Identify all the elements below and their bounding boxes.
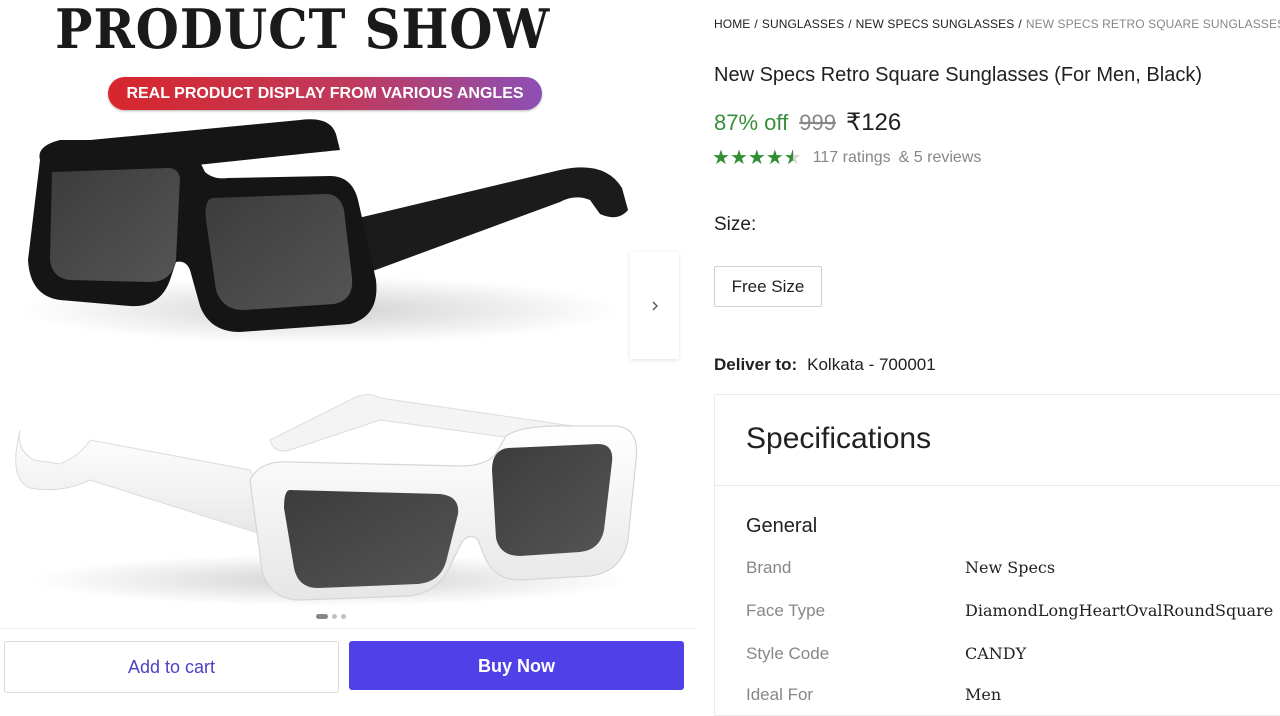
spec-key: Style Code: [746, 644, 830, 663]
product-image[interactable]: [0, 110, 640, 610]
black-sunglasses-image: [20, 119, 628, 344]
specifications-header: Specifications: [715, 395, 1280, 486]
spec-value: CANDY: [965, 644, 1027, 663]
next-image-button[interactable]: [630, 252, 679, 359]
specifications-section-general: General: [746, 515, 818, 537]
ratings-count[interactable]: 117 ratings: [813, 149, 891, 167]
star-rating: ★ ★ ★ ★ ★: [712, 148, 802, 168]
promo-banner: REAL PRODUCT DISPLAY FROM VARIOUS ANGLES: [108, 77, 542, 110]
breadcrumb-sunglasses[interactable]: SUNGLASSES: [762, 17, 844, 31]
breadcrumb-brand[interactable]: NEW SPECS SUNGLASSES: [856, 17, 1015, 31]
add-to-cart-button[interactable]: Add to cart: [4, 641, 339, 693]
breadcrumb-home[interactable]: HOME: [714, 17, 750, 31]
spec-key: Brand: [746, 558, 792, 577]
original-price: 999: [799, 110, 836, 135]
price-row: 87% off 999 ₹126: [714, 108, 901, 137]
promo-title: PRODUCT SHOW: [55, 0, 551, 61]
spec-value: DiamondLongHeartOvalRoundSquare: [965, 601, 1274, 620]
deliver-to-label: Deliver to:: [714, 355, 798, 374]
selling-price: ₹126: [845, 109, 902, 136]
specifications-title: Specifications: [746, 422, 932, 455]
carousel-dots: [316, 614, 346, 619]
reviews-count[interactable]: & 5 reviews: [899, 149, 982, 167]
star-icon: ★: [729, 147, 748, 169]
breadcrumb-current: NEW SPECS RETRO SQUARE SUNGLASSES: [1025, 17, 1280, 31]
rating-row: ★ ★ ★ ★ ★ 117 ratings & 5 reviews: [712, 148, 987, 168]
delivery-address: Kolkata - 700001: [807, 355, 936, 374]
half-star-icon: ★: [784, 148, 802, 168]
spec-value: Men: [965, 685, 1002, 704]
size-option-free-size[interactable]: Free Size: [714, 266, 822, 307]
spec-key: Face Type: [746, 601, 826, 620]
breadcrumb-separator: /: [754, 17, 758, 31]
white-sunglasses-image: [15, 394, 638, 606]
breadcrumb: HOME / SUNGLASSES / NEW SPECS SUNGLASSES / NEW…: [714, 17, 1280, 31]
discount-percent: 87% off: [714, 110, 789, 135]
specifications-panel: Specifications General Brand New Specs F…: [714, 394, 1280, 716]
action-bar: Add to cart Buy Now: [0, 628, 696, 707]
star-icon: ★: [747, 147, 766, 169]
carousel-dot[interactable]: [341, 614, 346, 619]
breadcrumb-separator: /: [848, 17, 852, 31]
delivery-location[interactable]: Deliver to: Kolkata - 700001: [714, 355, 936, 375]
breadcrumb-separator: /: [1018, 17, 1022, 31]
spec-key: Ideal For: [746, 685, 814, 704]
carousel-dot[interactable]: [316, 614, 328, 619]
size-label: Size:: [714, 214, 757, 235]
star-icon: ★: [765, 147, 784, 169]
spec-value: New Specs: [965, 558, 1056, 577]
buy-now-button[interactable]: Buy Now: [349, 641, 684, 690]
chevron-right-icon: [652, 301, 658, 310]
star-icon: ★: [712, 147, 730, 169]
product-title: New Specs Retro Square Sunglasses (For M…: [714, 64, 1202, 86]
carousel-dot[interactable]: [332, 614, 337, 619]
product-gallery: PRODUCT SHOW REAL PRODUCT DISPLAY FROM V…: [0, 0, 696, 707]
